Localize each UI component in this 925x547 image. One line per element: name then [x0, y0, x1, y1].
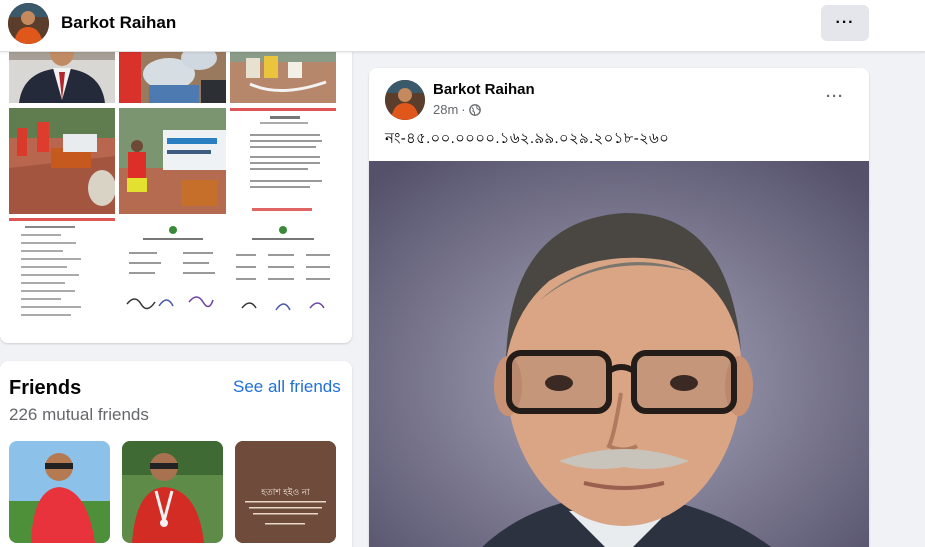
profile-avatar[interactable]	[8, 3, 49, 44]
post-text: নং-৪৫.০০.০০০০.১৬২.৯৯.০২৯.২০১৮-২৬০	[385, 130, 670, 147]
friends-card: Friends See all friends 226 mutual frien…	[0, 361, 352, 547]
profile-header: Barkot Raihan ···	[0, 0, 925, 52]
post-time[interactable]: 28m	[433, 102, 458, 117]
globe-icon	[468, 103, 481, 116]
post-author-name[interactable]: Barkot Raihan	[433, 81, 535, 98]
friend-photo-3[interactable]: হতাশ হইও না	[235, 441, 336, 543]
friend-photo-quote-title: হতাশ হইও না	[261, 487, 310, 497]
more-options-button[interactable]: ···	[821, 5, 869, 41]
photo-document-letter[interactable]	[230, 108, 336, 214]
friend-photo-2[interactable]	[122, 441, 223, 543]
photo-document-signatures[interactable]	[119, 218, 226, 324]
photo-document-list[interactable]	[9, 218, 115, 324]
photo-banner-volunteer[interactable]	[119, 108, 226, 214]
friends-title: Friends	[9, 377, 82, 399]
photo-document-table[interactable]	[230, 218, 336, 324]
post-photo[interactable]	[369, 161, 869, 547]
post-author-avatar[interactable]	[385, 80, 425, 120]
photo-pump-installation[interactable]	[9, 108, 115, 214]
profile-name: Barkot Raihan	[61, 13, 177, 32]
photos-card	[0, 40, 352, 343]
post-options-button[interactable]: ···	[817, 84, 853, 108]
mutual-friends-count: 226 mutual friends	[9, 405, 149, 424]
post-card: Barkot Raihan 28m · ··· নং-৪৫.০০.০০০০.১৬…	[369, 68, 869, 547]
post-meta: 28m ·	[433, 102, 481, 117]
friend-photo-1[interactable]	[9, 441, 110, 543]
post-meta-separator: ·	[461, 102, 466, 117]
see-all-friends-link[interactable]: See all friends	[233, 377, 341, 397]
